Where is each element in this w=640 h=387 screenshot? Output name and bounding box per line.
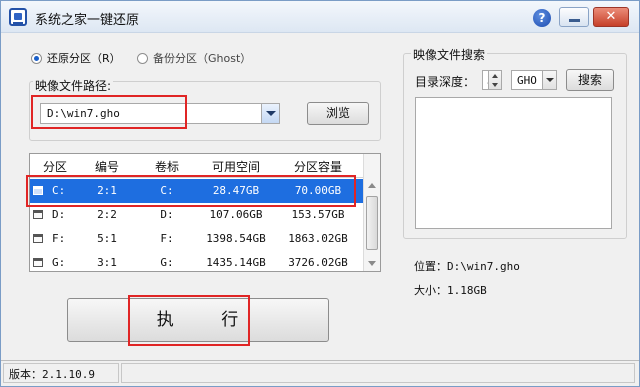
drive-icon: [33, 258, 43, 267]
extension-value: GHO: [517, 74, 537, 87]
scrollbar-thumb[interactable]: [366, 196, 378, 250]
minimize-icon: [569, 19, 580, 22]
size-info: 大小：1.18GB: [414, 282, 487, 298]
column-header-free-space[interactable]: 可用空间: [198, 158, 274, 175]
app-icon: [9, 8, 27, 26]
partition-table-header: 分区 编号 卷标 可用空间 分区容量: [30, 154, 364, 178]
table-row[interactable]: C: 2:1 C: 28.47GB 70.00GB: [30, 179, 364, 203]
status-bar: [1, 360, 639, 386]
restore-radio-label: 还原分区（R）: [47, 52, 121, 65]
cell-partition: F:: [52, 232, 66, 245]
backup-radio[interactable]: 备份分区（Ghost）: [137, 50, 251, 66]
position-label: 位置：: [414, 260, 447, 273]
version-value: 2.1.10.9: [42, 368, 95, 381]
image-path-value: D:\win7.gho: [47, 107, 120, 120]
chevron-down-icon[interactable]: [261, 104, 279, 123]
table-scrollbar[interactable]: [363, 154, 380, 271]
scroll-down-icon[interactable]: [364, 255, 380, 271]
chevron-down-icon[interactable]: [542, 71, 556, 89]
column-header-number[interactable]: 编号: [80, 158, 134, 175]
search-button[interactable]: 搜索: [566, 69, 614, 91]
cell-free-space: 1435.14GB: [206, 256, 266, 269]
backup-radio-label: 备份分区（Ghost）: [153, 52, 252, 65]
drive-icon: [33, 186, 43, 195]
radio-unchecked-icon: [137, 52, 148, 64]
radio-checked-icon: [31, 52, 42, 64]
column-header-label[interactable]: 卷标: [140, 158, 194, 175]
image-path-combobox[interactable]: D:\win7.gho: [40, 103, 280, 124]
cell-number: 2:1: [97, 184, 117, 197]
table-row[interactable]: F: 5:1 F: 1398.54GB 1863.02GB: [30, 227, 364, 251]
minimize-button[interactable]: [559, 7, 589, 27]
scroll-up-icon[interactable]: [364, 178, 380, 194]
image-search-legend: 映像文件搜索: [411, 46, 488, 63]
table-row[interactable]: D: 2:2 D: 107.06GB 153.57GB: [30, 203, 364, 227]
cell-partition: G:: [52, 256, 66, 269]
depth-spinner[interactable]: [488, 70, 502, 90]
drive-icon: [33, 210, 43, 219]
drive-icon: [33, 234, 43, 243]
version-label: 版本：: [9, 368, 42, 381]
browse-button[interactable]: 浏览: [307, 102, 369, 125]
size-value: 1.18GB: [447, 284, 487, 297]
search-results-list[interactable]: [415, 97, 612, 229]
cell-capacity: 70.00GB: [294, 184, 342, 197]
partition-table: 分区 编号 卷标 可用空间 分区容量 C: 2:1 C: 28.47GB 70.…: [29, 153, 381, 272]
cell-partition: D:: [52, 208, 66, 221]
cell-number: 3:1: [97, 256, 117, 269]
cell-partition: C:: [52, 184, 66, 197]
image-path-legend: 映像文件路径:: [33, 77, 114, 94]
column-header-capacity[interactable]: 分区容量: [278, 158, 358, 175]
cell-capacity: 3726.02GB: [288, 256, 348, 269]
extension-combobox[interactable]: GHO: [511, 70, 557, 90]
size-label: 大小：: [414, 284, 447, 297]
version-text: 版本：2.1.10.9: [9, 366, 95, 382]
execute-button-label: 执 行: [156, 310, 240, 330]
help-button[interactable]: ?: [533, 9, 551, 27]
cell-free-space: 1398.54GB: [206, 232, 266, 245]
cell-label: D:: [160, 208, 174, 221]
cell-free-space: 28.47GB: [212, 184, 260, 197]
cell-number: 2:2: [97, 208, 117, 221]
close-button[interactable]: ✕: [593, 7, 629, 27]
table-row[interactable]: G: 3:1 G: 1435.14GB 3726.02GB: [30, 251, 364, 271]
cell-number: 5:1: [97, 232, 117, 245]
execute-button[interactable]: 执 行: [67, 298, 329, 342]
title-bar[interactable]: 系统之家一键还原 ? ✕: [1, 1, 639, 33]
cell-capacity: 153.57GB: [291, 208, 345, 221]
window-title: 系统之家一键还原: [35, 13, 140, 28]
main-window: 系统之家一键还原 ? ✕ 还原分区（R） 备份分区（Ghost） 映像文件路径:…: [0, 0, 640, 387]
position-value: D:\win7.gho: [447, 260, 520, 273]
cell-label: C:: [160, 184, 174, 197]
depth-label: 目录深度：: [415, 75, 476, 89]
restore-radio[interactable]: 还原分区（R）: [31, 50, 121, 66]
position-info: 位置：D:\win7.gho: [414, 258, 520, 274]
cell-label: G:: [160, 256, 174, 269]
cell-capacity: 1863.02GB: [288, 232, 348, 245]
column-header-partition[interactable]: 分区: [34, 158, 76, 175]
cell-label: F:: [160, 232, 174, 245]
cell-free-space: 107.06GB: [209, 208, 263, 221]
status-section-message: [121, 363, 635, 383]
